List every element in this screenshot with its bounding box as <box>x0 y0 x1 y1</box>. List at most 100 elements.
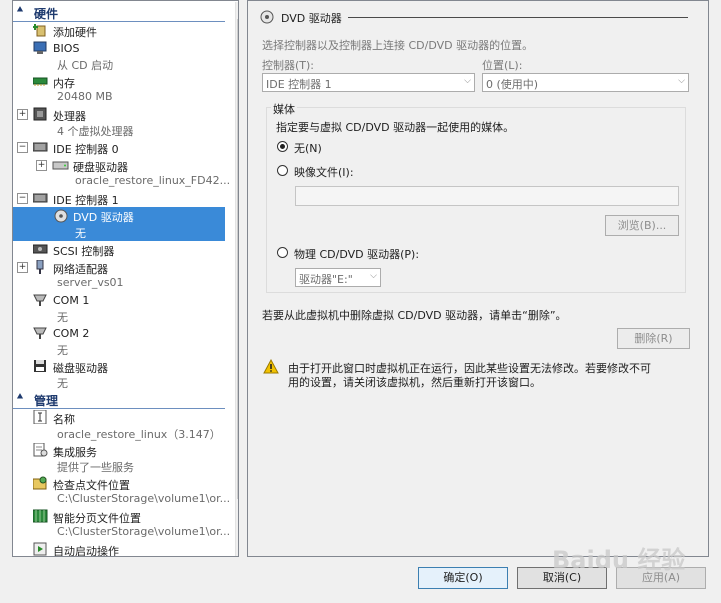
tree-item-network-detail: server_vs01 <box>13 275 225 291</box>
tree-item-processor-detail: 4 个虚拟处理器 <box>13 122 225 138</box>
warning-line-2: 用的设置，请关闭该虚拟机，然后重新打开该窗口。 <box>288 376 541 389</box>
watermark: Baidu 经验 <box>552 546 686 574</box>
image-file-input[interactable] <box>295 186 679 206</box>
dvd-icon <box>260 10 274 24</box>
tree-item-com2[interactable]: COM 2 <box>13 325 225 342</box>
tree-item-hard-drive-detail: oracle_restore_linux_FD42... <box>13 173 230 189</box>
tree-item-detail: oracle_restore_linux（3.147） <box>57 428 221 441</box>
tree-item-memory[interactable]: 内存 <box>13 73 225 90</box>
tree-item-detail: 20480 MB <box>57 90 113 103</box>
remove-button[interactable]: 删除(R) <box>617 328 690 349</box>
controller-value: IDE 控制器 1 <box>266 78 332 91</box>
com-port-icon <box>33 293 48 307</box>
dvd-settings-panel: DVD 驱动器 选择控制器以及控制器上连接 CD/DVD 驱动器的位置。 控制器… <box>247 0 709 557</box>
tree-item-integration[interactable]: 集成服务 <box>13 442 225 459</box>
browse-button[interactable]: 浏览(B)... <box>605 215 679 236</box>
tree-item-integration-detail: 提供了一些服务 <box>13 458 225 474</box>
tree-item-checkpoint[interactable]: 检查点文件位置 <box>13 475 225 492</box>
tree-item-ide0[interactable]: − IDE 控制器 0 <box>13 139 225 156</box>
title-divider <box>348 17 688 18</box>
add-hardware-icon <box>32 23 48 37</box>
collapse-icon[interactable]: − <box>17 193 28 204</box>
tree-item-label: COM 2 <box>53 327 90 340</box>
location-select[interactable]: 0 (使用中) ⌵ <box>482 73 689 92</box>
tree-item-detail: 无 <box>75 227 86 240</box>
radio-image-file-label: 映像文件(I): <box>294 166 354 179</box>
tree-item-bios-detail: 从 CD 启动 <box>13 56 225 72</box>
controller-description: 选择控制器以及控制器上连接 CD/DVD 驱动器的位置。 <box>262 39 534 52</box>
tree-item-label: IDE 控制器 0 <box>53 143 119 156</box>
section-management[interactable]: ⯅ 管理 <box>13 391 225 409</box>
integration-services-icon <box>33 442 48 457</box>
autostart-icon <box>33 542 48 556</box>
radio-image-file[interactable] <box>277 165 288 176</box>
expand-icon[interactable]: + <box>17 262 28 273</box>
tree-item-scsi[interactable]: SCSI 控制器 <box>13 241 225 258</box>
expand-icon[interactable]: + <box>36 160 47 171</box>
tree-item-bios[interactable]: BIOS <box>13 40 225 57</box>
scroll-down-icon[interactable]: ▼ <box>237 541 238 556</box>
scroll-up-icon[interactable]: ▲ <box>237 2 238 18</box>
tree-item-paging[interactable]: 智能分页文件位置 <box>13 508 225 525</box>
tree-item-detail: 4 个虚拟处理器 <box>57 125 134 138</box>
dvd-icon <box>54 209 69 223</box>
tree-item-com1-detail: 无 <box>13 308 225 324</box>
memory-icon <box>32 74 48 88</box>
collapse-icon[interactable]: ⯅ <box>16 5 28 16</box>
ide-controller-icon <box>32 140 48 154</box>
radio-physical-drive-label: 物理 CD/DVD 驱动器(P): <box>294 248 420 261</box>
tree-item-detail: 从 CD 启动 <box>57 59 114 72</box>
tree-item-label: 添加硬件 <box>53 26 97 39</box>
physical-drive-select[interactable]: 驱动器"E:" ⌵ <box>295 268 381 287</box>
tree-item-label: IDE 控制器 1 <box>53 194 119 207</box>
scsi-controller-icon <box>32 242 48 256</box>
settings-tree: ⯅ 硬件 添加硬件 BIOS 从 CD 启动 内存 20480 MB + 处理器… <box>12 0 239 557</box>
hard-drive-icon <box>52 158 69 172</box>
physical-drive-value: 驱动器"E:" <box>299 273 353 286</box>
scrollbar-thumb[interactable] <box>237 19 238 499</box>
ok-button[interactable]: 确定(O) <box>418 567 508 589</box>
checkpoint-icon <box>32 476 48 490</box>
processor-icon <box>33 107 48 121</box>
location-value: 0 (使用中) <box>486 78 539 91</box>
radio-none[interactable] <box>277 141 288 152</box>
com-port-icon <box>33 326 48 340</box>
collapse-icon[interactable]: − <box>17 142 28 153</box>
panel-title: DVD 驱动器 <box>281 12 342 25</box>
chevron-down-icon: ⌵ <box>370 271 377 281</box>
tree-item-add-hardware[interactable]: 添加硬件 <box>13 22 225 39</box>
tree-item-checkpoint-detail: C:\ClusterStorage\volume1\or... <box>13 491 230 507</box>
radio-physical-drive[interactable] <box>277 247 288 258</box>
section-hardware[interactable]: ⯅ 硬件 <box>13 4 225 22</box>
tree-item-autostart[interactable]: 自动启动操作 <box>13 541 225 556</box>
tree-item-name[interactable]: 名称 <box>13 409 225 426</box>
floppy-disk-icon <box>33 359 48 373</box>
expand-icon[interactable]: + <box>17 109 28 120</box>
tree-item-network[interactable]: + 网络适配器 <box>13 259 225 276</box>
ide-controller-icon <box>32 191 48 205</box>
tree-item-detail: 无 <box>57 311 68 324</box>
controller-label: 控制器(T): <box>262 59 315 72</box>
tree-item-label: BIOS <box>53 42 80 55</box>
media-header: 媒体 <box>271 101 297 117</box>
collapse-icon[interactable]: ⯅ <box>16 392 28 403</box>
tree-item-detail: 提供了一些服务 <box>57 461 134 474</box>
tree-item-detail: server_vs01 <box>57 276 124 289</box>
tree-item-dvd-drive[interactable]: DVD 驱动器 无 <box>13 207 225 241</box>
tree-item-processor[interactable]: + 处理器 <box>13 106 225 123</box>
paging-file-icon <box>32 509 48 523</box>
controller-select[interactable]: IDE 控制器 1 ⌵ <box>262 73 475 92</box>
section-management-label: 管理 <box>34 394 59 408</box>
tree-item-label: COM 1 <box>53 294 90 307</box>
tree-item-floppy[interactable]: 磁盘驱动器 <box>13 358 225 375</box>
tree-item-com1[interactable]: COM 1 <box>13 292 225 309</box>
remove-description: 若要从此虚拟机中删除虚拟 CD/DVD 驱动器，请单击“删除”。 <box>262 309 567 322</box>
tree-item-floppy-detail: 无 <box>13 374 225 390</box>
tree-item-ide1[interactable]: − IDE 控制器 1 <box>13 190 225 207</box>
tree-item-name-detail: oracle_restore_linux（3.147） <box>13 425 225 441</box>
tree-scrollbar[interactable]: ▲ ▼ <box>235 2 238 556</box>
tree-item-hard-drive[interactable]: + 硬盘驱动器 <box>13 157 225 174</box>
tree-item-paging-detail: C:\ClusterStorage\volume1\or... <box>13 524 230 540</box>
tree-item-memory-detail: 20480 MB <box>13 89 225 105</box>
tree-item-detail: C:\ClusterStorage\volume1\or... <box>57 492 231 505</box>
